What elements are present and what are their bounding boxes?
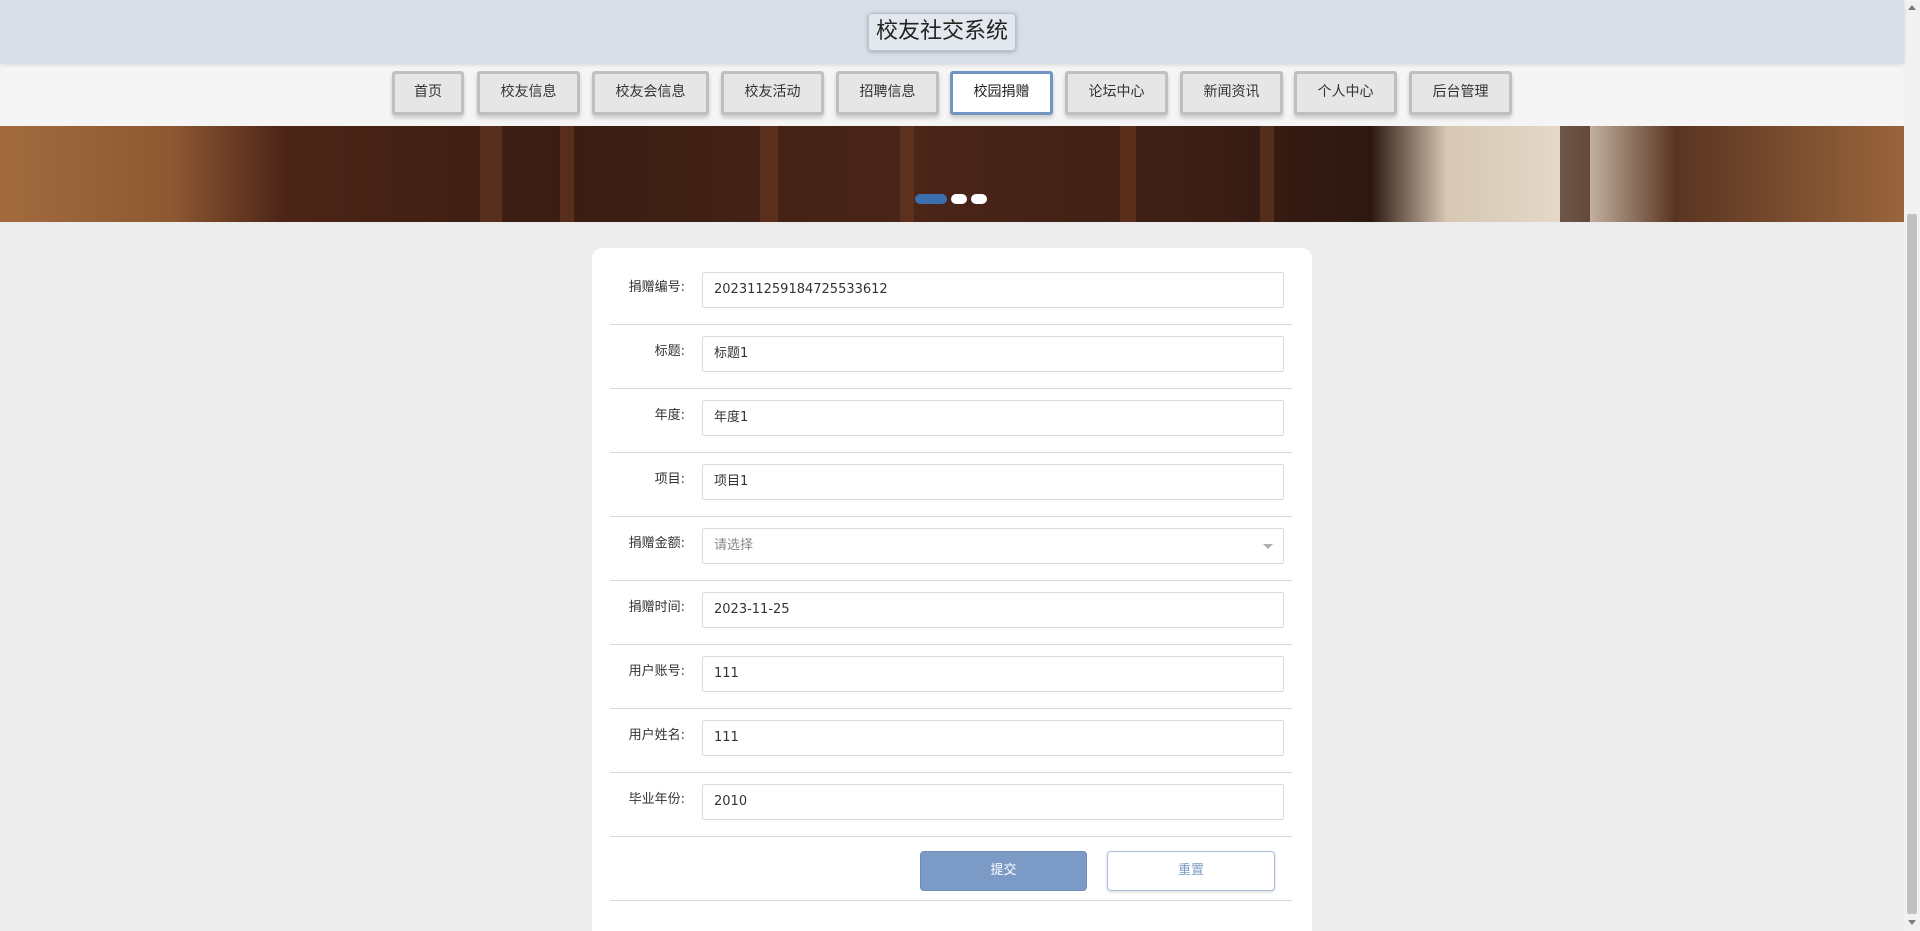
form-row-grad-year: 毕业年份: 2010: [610, 772, 1292, 837]
nav-admin[interactable]: 后台管理: [1409, 71, 1512, 115]
donation-time-field[interactable]: 2023-11-25: [702, 592, 1284, 628]
year-field[interactable]: 年度1: [702, 400, 1284, 436]
form-row-year: 年度: 年度1: [610, 388, 1292, 453]
user-name-label: 用户姓名:: [628, 728, 685, 743]
form-row-user-name: 用户姓名: 111: [610, 708, 1292, 773]
form-row-donation-no: 捐赠编号: 202311259184725533612: [610, 260, 1292, 325]
scroll-up-icon[interactable]: [1908, 5, 1916, 10]
project-label: 项目:: [654, 472, 685, 487]
nav-alumni-association[interactable]: 校友会信息: [592, 71, 709, 115]
form-row-user-account: 用户账号: 111: [610, 644, 1292, 709]
title-field[interactable]: 标题1: [702, 336, 1284, 372]
user-name-field[interactable]: 111: [702, 720, 1284, 756]
scrollbar-thumb[interactable]: [1907, 214, 1917, 914]
banner-decor: [1120, 126, 1136, 222]
nav-campus-donation[interactable]: 校园捐赠: [950, 71, 1053, 115]
chevron-down-icon: [1263, 544, 1273, 549]
amount-select[interactable]: 请选择: [702, 528, 1284, 564]
divider: [610, 900, 1292, 901]
carousel-dot[interactable]: [951, 194, 967, 204]
main-nav: 首页 校友信息 校友会信息 校友活动 招聘信息 校园捐赠 论坛中心 新闻资讯 个…: [0, 63, 1904, 126]
donation-no-field[interactable]: 202311259184725533612: [702, 272, 1284, 308]
nav-recruitment[interactable]: 招聘信息: [836, 71, 939, 115]
site-title: 校友社交系统: [868, 13, 1016, 51]
carousel-dot[interactable]: [971, 194, 987, 204]
banner-decor: [1560, 126, 1590, 222]
nav-alumni-activities[interactable]: 校友活动: [721, 71, 824, 115]
amount-select-placeholder: 请选择: [714, 538, 754, 553]
nav-forum[interactable]: 论坛中心: [1065, 71, 1168, 115]
site-header: 校友社交系统: [0, 0, 1904, 63]
nav-personal-center[interactable]: 个人中心: [1294, 71, 1397, 115]
project-field[interactable]: 项目1: [702, 464, 1284, 500]
banner-decor: [760, 126, 778, 222]
banner-decor: [480, 126, 502, 222]
page-scrollbar[interactable]: [1904, 0, 1920, 931]
carousel-dot-active[interactable]: [915, 194, 947, 204]
amount-label: 捐赠金额:: [628, 536, 685, 551]
form-row-project: 项目: 项目1: [610, 452, 1292, 517]
banner-decor: [560, 126, 574, 222]
donation-no-label: 捐赠编号:: [628, 280, 685, 295]
title-label: 标题:: [654, 344, 685, 359]
reset-button[interactable]: 重置: [1107, 851, 1275, 891]
donation-time-label: 捐赠时间:: [628, 600, 685, 615]
grad-year-field[interactable]: 2010: [702, 784, 1284, 820]
submit-button[interactable]: 提交: [920, 851, 1087, 891]
donation-form-card: 捐赠编号: 202311259184725533612 标题: 标题1 年度: …: [592, 248, 1312, 931]
user-account-field[interactable]: 111: [702, 656, 1284, 692]
user-account-label: 用户账号:: [628, 664, 685, 679]
scroll-down-icon[interactable]: [1908, 920, 1916, 925]
grad-year-label: 毕业年份:: [628, 792, 685, 807]
form-row-donation-time: 捐赠时间: 2023-11-25: [610, 580, 1292, 645]
banner-carousel: [0, 126, 1904, 222]
form-row-amount: 捐赠金额: 请选择: [610, 516, 1292, 581]
nav-news[interactable]: 新闻资讯: [1180, 71, 1283, 115]
form-row-title: 标题: 标题1: [610, 324, 1292, 389]
banner-decor: [1260, 126, 1274, 222]
nav-alumni-info[interactable]: 校友信息: [477, 71, 580, 115]
nav-home[interactable]: 首页: [392, 71, 464, 115]
year-label: 年度:: [654, 408, 685, 423]
banner-decor: [900, 126, 914, 222]
